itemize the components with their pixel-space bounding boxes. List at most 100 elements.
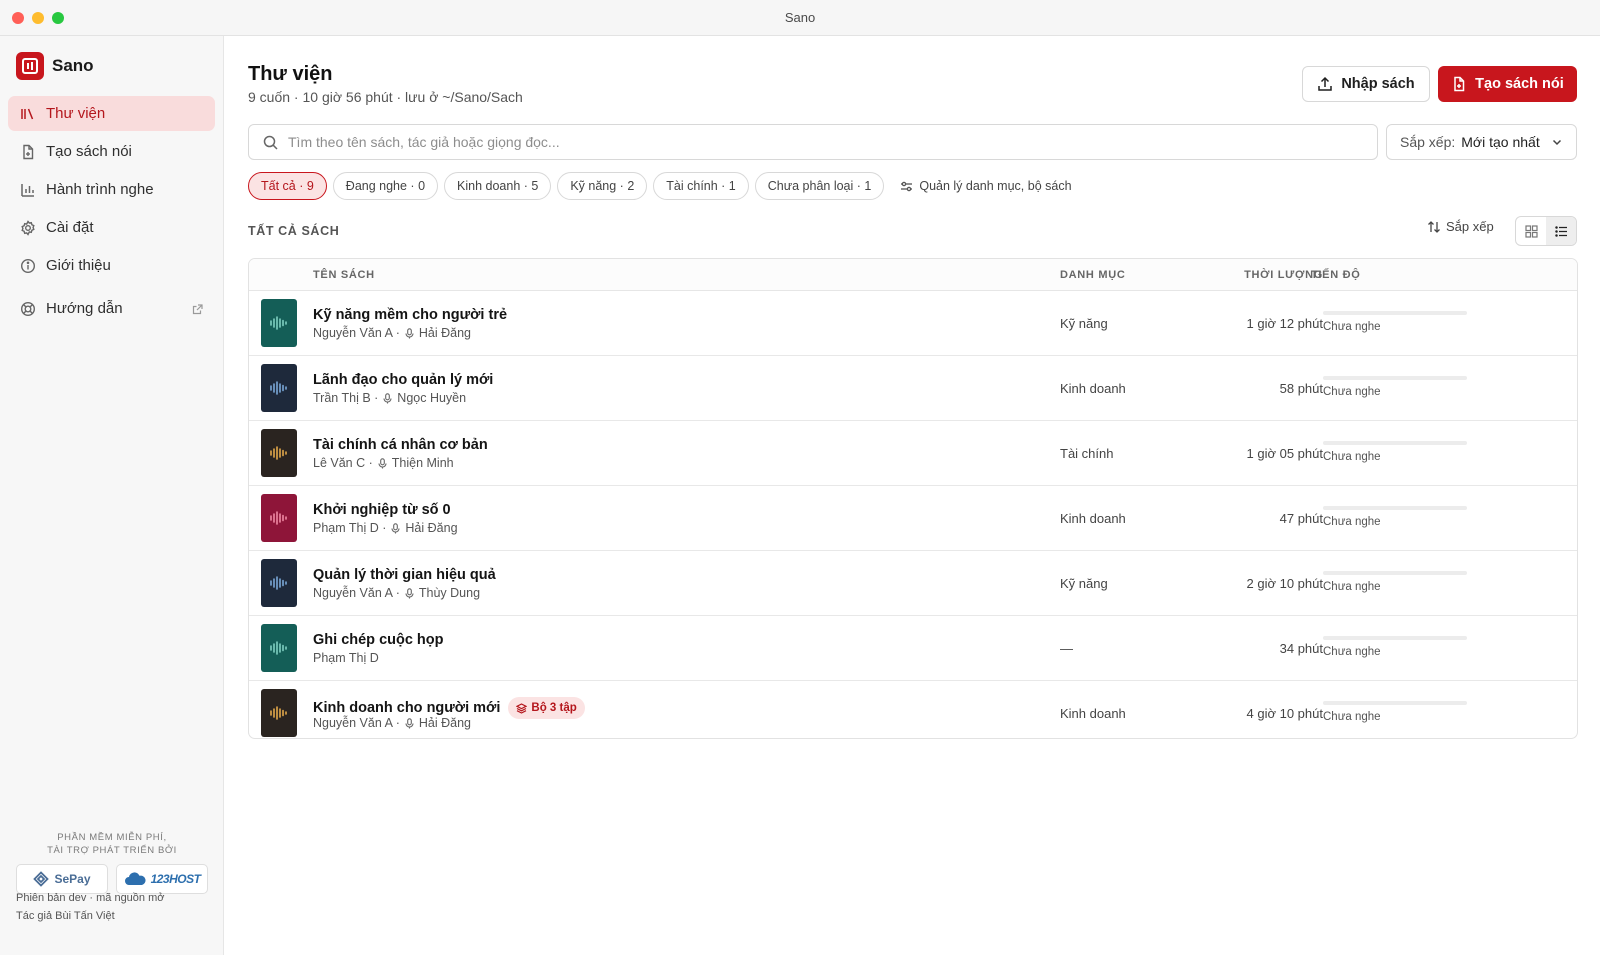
filter-chip-finance[interactable]: Tài chính · 1 [653,172,749,200]
book-author: Nguyễn Văn A · [313,326,400,340]
upload-icon [1318,76,1333,91]
cloud-icon [124,872,146,885]
search-input[interactable] [288,134,1338,150]
book-cover [261,299,297,347]
version-text: Phiên bản dev · mã nguồn mở [16,892,165,904]
list-icon [1554,225,1567,237]
book-title-text: Khởi nghiệp từ số 0 [313,502,451,518]
sidebar-item-listening-journey[interactable]: Hành trình nghe [8,172,215,207]
book-title: Khởi nghiệp từ số 0 [313,502,451,518]
book-duration: 2 giờ 10 phút [1246,576,1323,591]
table-body: Kỹ năng mềm cho người trẻ Nguyễn Văn A ·… [249,291,1577,738]
book-category: Kỹ năng [1060,576,1108,591]
sort-toggle-button[interactable]: Sắp xếp [1427,219,1494,234]
book-category: Tài chính [1060,446,1114,461]
book-author: Nguyễn Văn A · [313,716,400,730]
progress-bar [1323,441,1467,445]
progress-bar [1323,636,1467,640]
progress-status: Chưa nghe [1323,321,1381,333]
layers-icon [516,702,528,714]
info-icon [20,258,36,274]
table-row[interactable]: Kỹ năng mềm cho người trẻ Nguyễn Văn A ·… [249,291,1577,356]
sidebar-item-label: Cài đặt [46,219,94,236]
sepay-sponsor-link[interactable]: SePay [16,864,108,894]
brand[interactable]: Sano [16,52,94,80]
sound-wave-icon [270,706,287,720]
book-title: Lãnh đạo cho quản lý mới [313,372,493,388]
create-audiobook-button[interactable]: Tạo sách nói [1438,66,1577,102]
list-view-button[interactable] [1546,217,1576,245]
book-cover [261,429,297,477]
sort-dropdown[interactable]: Sắp xếp: Mới tạo nhất [1386,124,1577,160]
sidebar-item-create-audiobook[interactable]: Tạo sách nói [8,134,215,169]
sidebar: Sano Thư viện Tạo sách nói Hành trình ng… [0,36,224,955]
column-header-title[interactable]: TÊN SÁCH [313,269,375,281]
table-row[interactable]: Khởi nghiệp từ số 0 Phạm Thị D · Hải Đăn… [249,486,1577,551]
filter-chips: Tất cả · 9 Đang nghe · 0 Kinh doanh · 5 … [248,172,1072,200]
book-author: Lê Văn C · [313,456,373,470]
sidebar-item-library[interactable]: Thư viện [8,96,215,131]
book-cover [261,364,297,412]
microphone-icon [404,327,415,339]
progress-bar [1323,376,1467,380]
brand-name: Sano [52,56,94,75]
column-header-progress[interactable]: TIẾN ĐỘ [1311,269,1361,281]
import-book-button[interactable]: Nhập sách [1302,66,1430,102]
library-summary: 9 cuốn · 10 giờ 56 phút · lưu ở ~/Sano/S… [248,89,523,105]
progress-status: Chưa nghe [1323,386,1381,398]
grid-view-button[interactable] [1516,217,1546,245]
column-header-category[interactable]: DANH MỤC [1060,269,1125,281]
filter-chip-skills[interactable]: Kỹ năng · 2 [557,172,648,200]
manage-categories-link[interactable]: Quản lý danh mục, bộ sách [900,179,1072,193]
library-icon [20,106,36,122]
sidebar-item-settings[interactable]: Cài đặt [8,210,215,245]
author-text: Tác giả Bùi Tấn Việt [16,910,115,922]
progress-status: Chưa nghe [1323,451,1381,463]
sound-wave-icon [270,511,287,525]
sound-wave-icon [270,381,287,395]
progress-status: Chưa nghe [1323,646,1381,658]
book-meta: Phạm Thị D · Hải Đăng [313,521,458,535]
book-category: Kinh doanh [1060,511,1126,526]
microphone-icon [404,587,415,599]
sidebar-item-about[interactable]: Giới thiệu [8,248,215,283]
book-narrator: Hải Đăng [418,326,471,340]
sidebar-nav: Thư viện Tạo sách nói Hành trình nghe Cà… [8,96,215,329]
sano-logo-icon [16,52,44,80]
book-duration: 4 giờ 10 phút [1246,706,1323,721]
sepay-logo-icon [33,871,50,887]
123host-sponsor-link[interactable]: 123HOST [116,864,208,894]
table-row[interactable]: Ghi chép cuộc họp Phạm Thị D — 34 phút C… [249,616,1577,681]
sponsor-caption: PHẦN MỀM MIỄN PHÍ, TÀI TRỢ PHÁT TRIỂN BỞ… [47,832,177,856]
book-title-text: Quản lý thời gian hiệu quả [313,567,496,583]
table-row[interactable]: Tài chính cá nhân cơ bản Lê Văn C · Thiệ… [249,421,1577,486]
book-duration: 58 phút [1279,381,1323,396]
sidebar-item-label: Thư viện [46,105,106,122]
progress-bar [1323,506,1467,510]
sidebar-item-label: Tạo sách nói [46,143,132,160]
progress-bar [1323,311,1467,315]
microphone-icon [404,717,415,729]
book-category: — [1060,641,1073,656]
view-mode-toggle [1515,216,1577,246]
sound-wave-icon [270,641,287,655]
search-icon [263,135,278,150]
book-table: TÊN SÁCH DANH MỤC THỜI LƯỢNG TIẾN ĐỘ Kỹ … [248,258,1578,739]
filter-chip-all[interactable]: Tất cả · 9 [248,172,327,200]
book-narrator: Hải Đăng [418,716,471,730]
progress-bar [1323,571,1467,575]
table-row[interactable]: Lãnh đạo cho quản lý mới Trần Thị B · Ng… [249,356,1577,421]
progress-status: Chưa nghe [1323,711,1381,723]
table-row[interactable]: Kinh doanh cho người mới Bộ 3 tập Nguyễn… [249,681,1577,738]
filter-chip-uncategorized[interactable]: Chưa phân loại · 1 [754,172,885,200]
search-box [248,124,1378,160]
new-file-icon [20,144,36,160]
table-row[interactable]: Quản lý thời gian hiệu quả Nguyễn Văn A … [249,551,1577,616]
book-cover [261,689,297,737]
filter-chip-listening[interactable]: Đang nghe · 0 [332,172,439,200]
book-author: Nguyễn Văn A · [313,586,400,600]
book-title-text: Tài chính cá nhân cơ bản [313,437,488,453]
book-author: Trần Thị B · [313,391,379,405]
sidebar-item-guide[interactable]: Hướng dẫn [8,291,215,326]
filter-chip-business[interactable]: Kinh doanh · 5 [444,172,552,200]
